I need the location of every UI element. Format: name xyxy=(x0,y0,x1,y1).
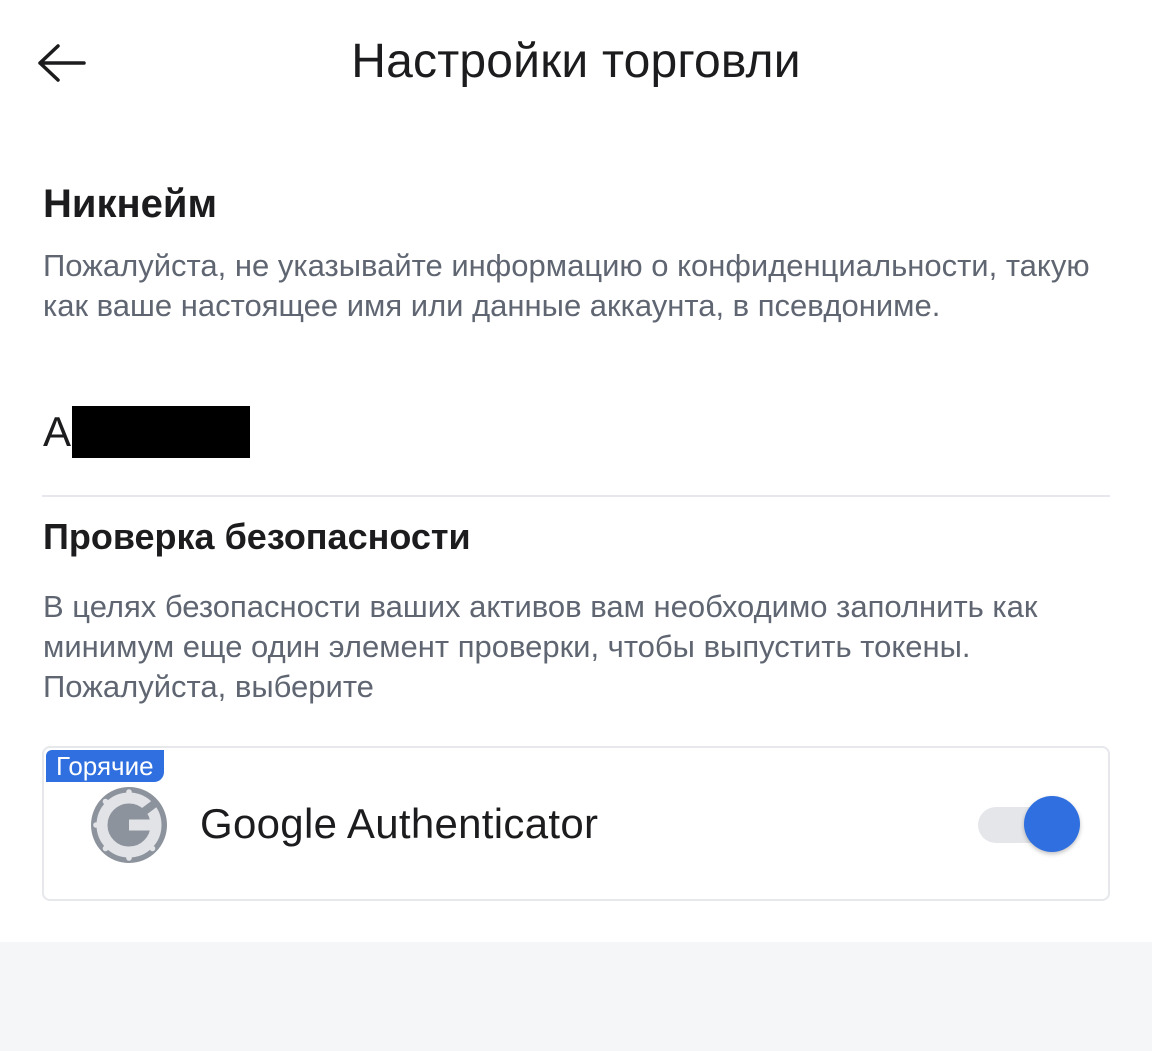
toggle-knob xyxy=(1024,796,1080,852)
nickname-visible-text: A xyxy=(43,408,72,455)
header: Настройки торговли xyxy=(0,0,1152,124)
bottom-area xyxy=(0,942,1152,1051)
section-divider xyxy=(42,495,1110,497)
nickname-redaction-block xyxy=(72,406,251,458)
google-authenticator-icon xyxy=(91,787,167,863)
nickname-value[interactable]: A xyxy=(43,405,251,459)
page-title: Настройки торговли xyxy=(351,35,801,88)
nickname-section-title: Никнейм xyxy=(43,182,218,226)
google-authenticator-toggle[interactable] xyxy=(978,794,1082,854)
hot-badge: Горячие xyxy=(46,750,164,782)
nickname-description: Пожалуйста, не указывайте информацию о к… xyxy=(43,248,1090,323)
google-authenticator-card[interactable]: Горячие Google Authenticator xyxy=(42,746,1110,901)
security-section-title: Проверка безопасности xyxy=(43,516,471,557)
security-description: В целях безопасности ваших активов вам н… xyxy=(43,589,1038,704)
trade-settings-page: Настройки торговли Никнейм Пожалуйста, н… xyxy=(0,0,1152,1051)
google-authenticator-label: Google Authenticator xyxy=(200,800,599,847)
